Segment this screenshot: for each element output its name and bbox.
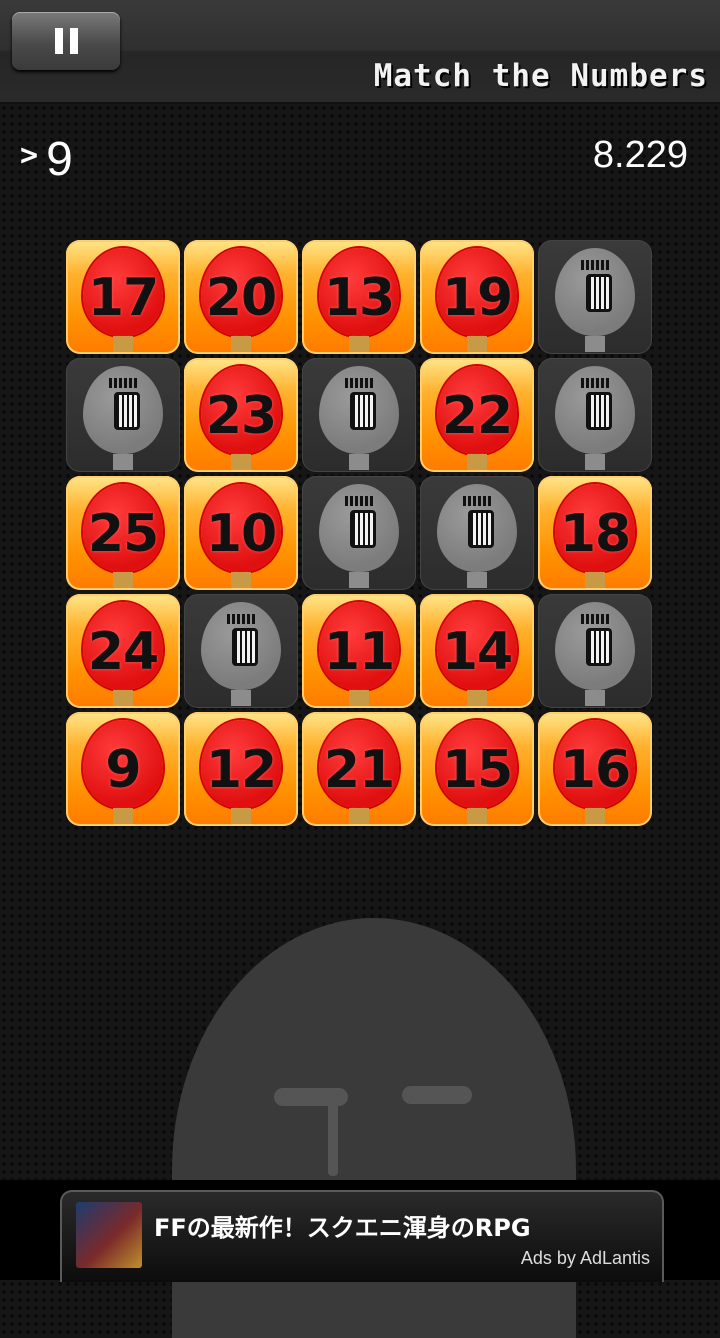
balloon-knot: [349, 336, 369, 352]
ad-credit: Ads by AdLantis: [520, 1248, 650, 1268]
balloon-number: 9: [105, 740, 141, 800]
ad-bar: FFの最新作！スクエニ渾身のRPG Ads by AdLantis: [0, 1180, 720, 1282]
balloon-knot: [113, 572, 133, 588]
ghost-right-eye: [402, 1086, 472, 1104]
balloon-knot: [349, 454, 369, 470]
balloon-knot: [467, 572, 487, 588]
balloon-knot: [349, 690, 369, 706]
balloon-knot: [231, 690, 251, 706]
balloon-tile[interactable]: 20: [184, 240, 298, 354]
balloon-tile[interactable]: 24: [66, 594, 180, 708]
balloon-number: 23: [205, 386, 277, 446]
screaming-face-icon: [345, 378, 376, 430]
balloon-tile[interactable]: 14: [420, 594, 534, 708]
balloon-tile[interactable]: 19: [420, 240, 534, 354]
balloon-tile[interactable]: 12: [184, 712, 298, 826]
balloon-knot: [467, 690, 487, 706]
screaming-face-icon: [463, 496, 494, 548]
balloon-number: 21: [323, 740, 395, 800]
balloon-tile[interactable]: 15: [420, 712, 534, 826]
popped-balloon-tile: [184, 594, 298, 708]
balloon-number: 10: [205, 504, 277, 564]
balloon-tile[interactable]: 21: [302, 712, 416, 826]
balloon-knot: [585, 808, 605, 824]
balloon-knot: [113, 454, 133, 470]
screaming-face-icon: [581, 378, 612, 430]
screaming-face-icon: [345, 496, 376, 548]
balloon-knot: [231, 808, 251, 824]
balloon-tile[interactable]: 9: [66, 712, 180, 826]
balloon-number: 12: [205, 740, 277, 800]
balloon-knot: [349, 808, 369, 824]
screaming-face-icon: [109, 378, 140, 430]
balloon-tile[interactable]: 11: [302, 594, 416, 708]
popped-balloon-tile: [420, 476, 534, 590]
screaming-face-icon: [581, 614, 612, 666]
balloon-tile[interactable]: 18: [538, 476, 652, 590]
balloon-grid: 17 20 13 19 23 22 25 10 18 24 11 14 9 12 21 15 16: [66, 240, 656, 826]
target-value: 9: [46, 133, 73, 186]
pause-icon: [54, 28, 78, 54]
balloon-knot: [467, 454, 487, 470]
ghost-nose: [328, 1096, 338, 1176]
balloon-knot: [467, 336, 487, 352]
target-prefix: >: [20, 138, 39, 173]
balloon-number: 17: [87, 268, 159, 328]
balloon-knot: [113, 336, 133, 352]
target-number: >9: [20, 132, 73, 187]
balloon-number: 13: [323, 268, 395, 328]
top-bar: Match the Numbers: [0, 0, 720, 104]
balloon-number: 11: [323, 622, 395, 682]
screaming-face-icon: [227, 614, 258, 666]
balloon-number: 14: [441, 622, 513, 682]
balloon-knot: [585, 572, 605, 588]
balloon-tile[interactable]: 23: [184, 358, 298, 472]
balloon-tile[interactable]: 13: [302, 240, 416, 354]
balloon-tile[interactable]: 25: [66, 476, 180, 590]
balloon-knot: [349, 572, 369, 588]
balloon-knot: [585, 690, 605, 706]
balloon-knot: [231, 572, 251, 588]
popped-balloon-tile: [66, 358, 180, 472]
screaming-face-icon: [581, 260, 612, 312]
balloon-knot: [467, 808, 487, 824]
popped-balloon-tile: [302, 476, 416, 590]
ad-text: FFの最新作！スクエニ渾身のRPG: [154, 1214, 531, 1242]
timer: 8.229: [592, 134, 688, 176]
balloon-knot: [231, 336, 251, 352]
balloon-tile[interactable]: 10: [184, 476, 298, 590]
ad-thumbnail: [76, 1202, 142, 1268]
pause-button[interactable]: [12, 12, 120, 70]
balloon-knot: [585, 454, 605, 470]
balloon-knot: [585, 336, 605, 352]
balloon-number: 15: [441, 740, 513, 800]
balloon-number: 25: [87, 504, 159, 564]
popped-balloon-tile: [538, 594, 652, 708]
balloon-knot: [113, 690, 133, 706]
popped-balloon-tile: [302, 358, 416, 472]
ad-banner[interactable]: FFの最新作！スクエニ渾身のRPG Ads by AdLantis: [60, 1190, 664, 1282]
balloon-number: 19: [441, 268, 513, 328]
balloon-number: 24: [87, 622, 159, 682]
balloon-number: 20: [205, 268, 277, 328]
balloon-tile[interactable]: 17: [66, 240, 180, 354]
balloon-number: 22: [441, 386, 513, 446]
balloon-number: 18: [559, 504, 631, 564]
popped-balloon-tile: [538, 358, 652, 472]
popped-balloon-tile: [538, 240, 652, 354]
balloon-number: 16: [559, 740, 631, 800]
game-title: Match the Numbers: [373, 58, 708, 94]
balloon-tile[interactable]: 22: [420, 358, 534, 472]
balloon-tile[interactable]: 16: [538, 712, 652, 826]
balloon-knot: [113, 808, 133, 824]
balloon-knot: [231, 454, 251, 470]
